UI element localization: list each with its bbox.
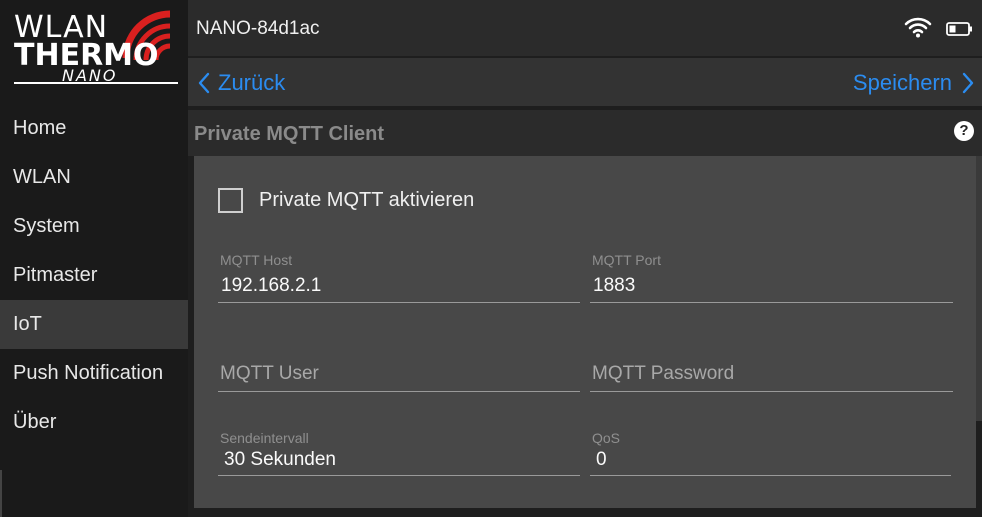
sidebar-item-system[interactable]: System bbox=[0, 202, 188, 251]
action-bar: Zurück Speichern bbox=[188, 58, 982, 106]
qos-value[interactable]: 0 bbox=[596, 449, 607, 471]
battery-icon bbox=[946, 22, 972, 36]
sidebar-nav: Home WLAN System Pitmaster IoT Push Noti… bbox=[0, 104, 188, 447]
sidebar-item-iot[interactable]: IoT bbox=[0, 300, 188, 349]
sidebar: WLAN THERMO NANO Home WLAN System Pitmas… bbox=[0, 0, 188, 517]
logo-text-nano: NANO bbox=[62, 66, 118, 85]
private-mqtt-checkbox[interactable] bbox=[218, 188, 243, 213]
send-interval-label: Sendeintervall bbox=[220, 430, 309, 446]
sidebar-item-wlan[interactable]: WLAN bbox=[0, 153, 188, 202]
mqtt-host-label: MQTT Host bbox=[220, 252, 293, 268]
sidebar-item-home[interactable]: Home bbox=[0, 104, 188, 153]
mqtt-user-field[interactable]: MQTT User bbox=[218, 350, 580, 392]
wlanthermo-logo: WLAN THERMO NANO bbox=[10, 8, 180, 92]
device-name: NANO-84d1ac bbox=[196, 18, 320, 39]
mqtt-port-label: MQTT Port bbox=[592, 252, 661, 268]
save-label: Speichern bbox=[852, 70, 952, 95]
private-mqtt-toggle[interactable]: Private MQTT aktivieren bbox=[218, 188, 474, 213]
chevron-right-icon bbox=[962, 72, 974, 94]
sidebar-item-pitmaster[interactable]: Pitmaster bbox=[0, 251, 188, 300]
chevron-left-icon bbox=[198, 72, 210, 94]
back-button[interactable]: Zurück bbox=[198, 70, 285, 96]
help-icon[interactable]: ? bbox=[954, 121, 974, 141]
sidebar-edge bbox=[0, 470, 2, 517]
panel-scrollbar[interactable] bbox=[976, 156, 982, 421]
save-button[interactable]: Speichern bbox=[853, 70, 974, 96]
qos-label: QoS bbox=[592, 430, 621, 446]
section-header: Private MQTT Client ? bbox=[188, 110, 982, 156]
mqtt-user-placeholder[interactable]: MQTT User bbox=[220, 363, 319, 385]
top-bar: NANO-84d1ac bbox=[188, 0, 982, 56]
send-interval-value[interactable]: 30 Sekunden bbox=[224, 449, 336, 471]
mqtt-password-placeholder[interactable]: MQTT Password bbox=[592, 363, 734, 385]
back-label: Zurück bbox=[218, 70, 286, 95]
mqtt-password-field[interactable]: MQTT Password bbox=[590, 350, 953, 392]
qos-select[interactable]: QoS 0 bbox=[590, 426, 951, 476]
mqtt-host-field[interactable]: MQTT Host 192.168.2.1 bbox=[218, 248, 580, 303]
private-mqtt-label: Private MQTT aktivieren bbox=[259, 189, 475, 211]
wifi-icon bbox=[904, 17, 932, 38]
mqtt-port-value[interactable]: 1883 bbox=[593, 275, 635, 297]
section-title: Private MQTT Client bbox=[194, 123, 385, 145]
sidebar-item-push-notification[interactable]: Push Notification bbox=[0, 349, 188, 398]
send-interval-select[interactable]: Sendeintervall 30 Sekunden bbox=[218, 426, 580, 476]
sidebar-item-about[interactable]: Über bbox=[0, 398, 188, 447]
mqtt-host-value[interactable]: 192.168.2.1 bbox=[221, 275, 321, 297]
mqtt-port-field[interactable]: MQTT Port 1883 bbox=[590, 248, 953, 303]
